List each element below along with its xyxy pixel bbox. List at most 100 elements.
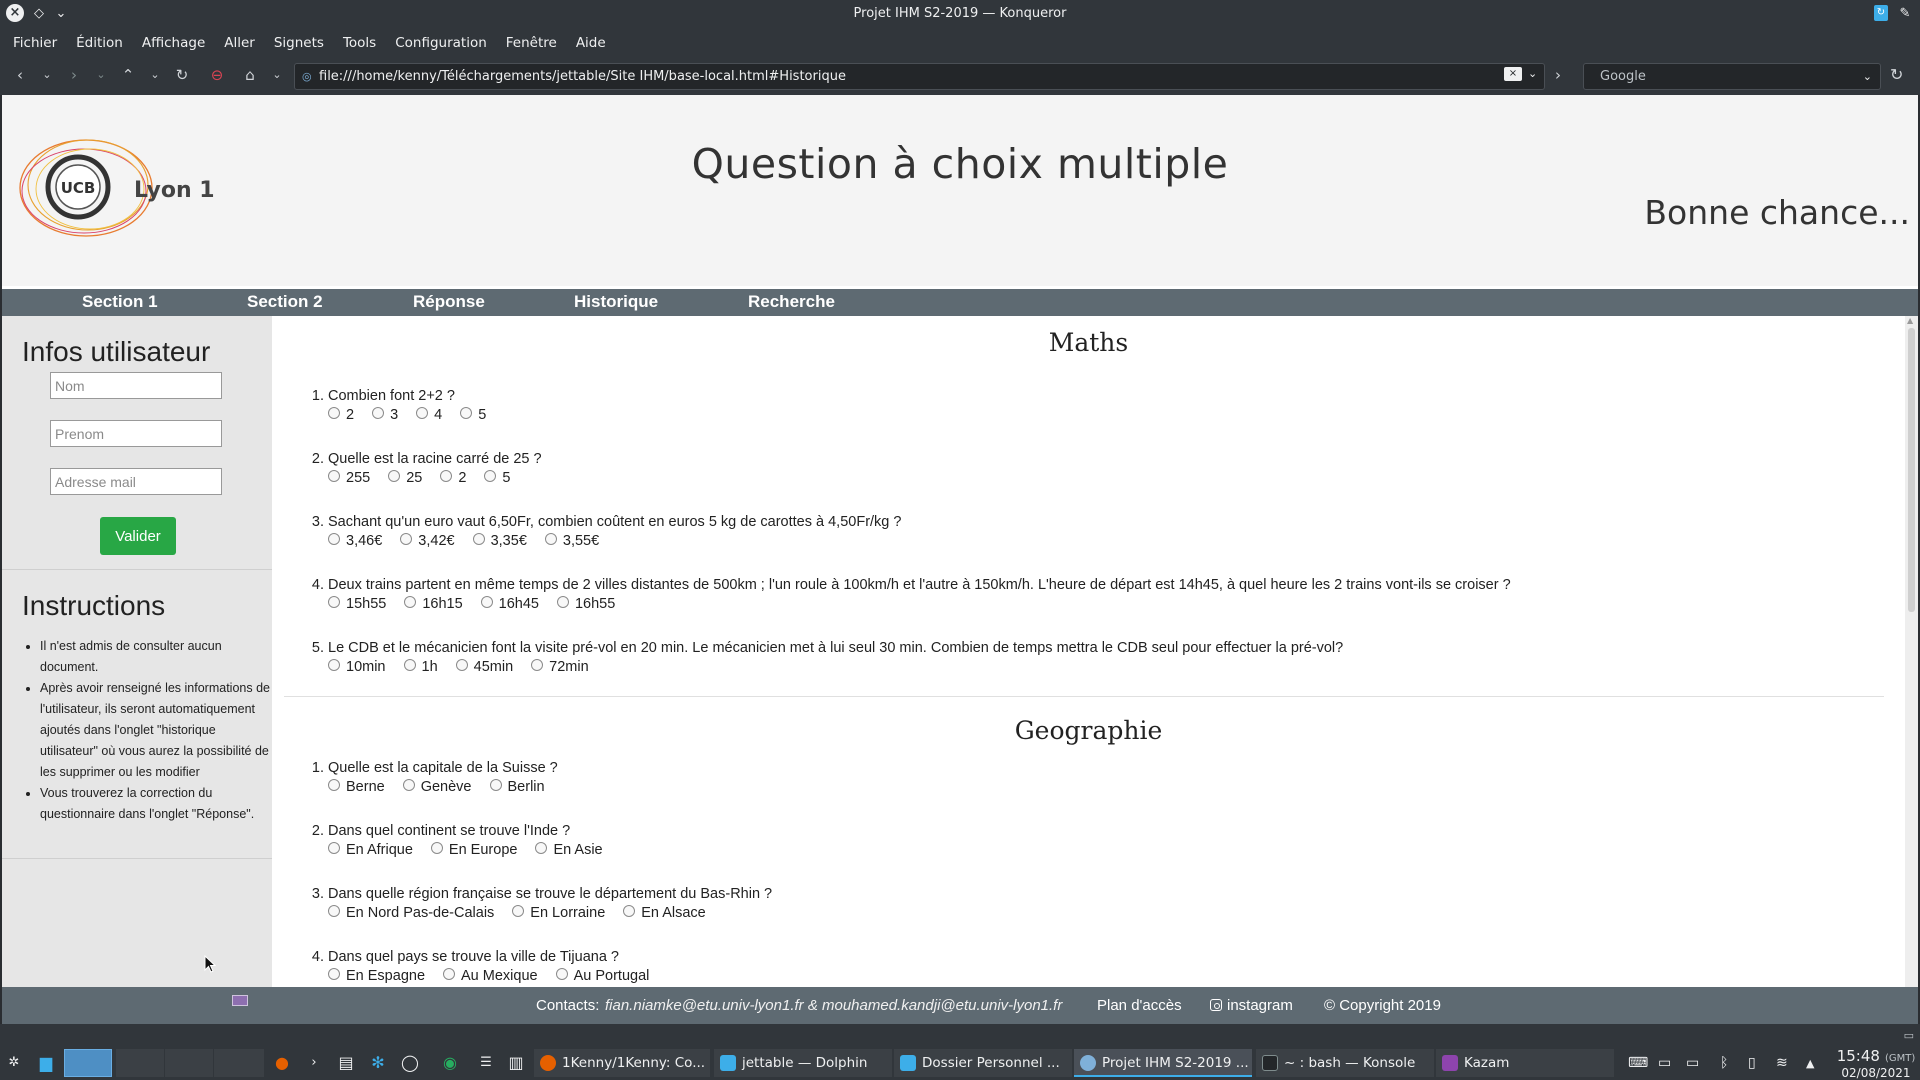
answer-option[interactable]: Genève <box>402 779 472 795</box>
answer-option[interactable]: 16h15 <box>404 596 463 612</box>
file-manager-icon[interactable]: ▆ <box>36 1053 56 1073</box>
answer-option[interactable]: En Afrique <box>328 842 413 858</box>
usb-device-icon[interactable]: ▯ <box>1748 1055 1756 1071</box>
text-editor-icon[interactable]: ▤ <box>336 1053 356 1073</box>
archive-icon[interactable]: ▥ <box>506 1053 526 1073</box>
status-ring-icon[interactable]: ◉ <box>440 1053 460 1073</box>
url-input[interactable]: ◎ file:///home/kenny/Téléchargements/jet… <box>294 63 1545 90</box>
prenom-input[interactable] <box>50 420 222 447</box>
menu-affichage[interactable]: Affichage <box>142 35 205 51</box>
answer-option[interactable]: 3,46€ <box>328 533 382 549</box>
answer-option[interactable]: 2 <box>328 407 354 423</box>
radio-button[interactable] <box>328 470 340 482</box>
nav-recherche[interactable]: Recherche <box>748 292 835 312</box>
menu-tools[interactable]: Tools <box>343 35 376 51</box>
scrollbar-thumb[interactable] <box>1908 328 1915 612</box>
radio-button[interactable] <box>544 533 557 545</box>
nav-section-2[interactable]: Section 2 <box>247 292 323 312</box>
up-chevron-icon[interactable]: ⌄ <box>146 68 164 81</box>
task-dolphin[interactable]: jettable — Dolphin <box>714 1049 892 1077</box>
radio-button[interactable] <box>328 968 340 980</box>
home-chevron-icon[interactable]: ⌄ <box>268 68 286 81</box>
answer-option[interactable]: En Europe <box>430 842 517 858</box>
answer-option[interactable]: 72min <box>531 659 589 675</box>
answer-option[interactable]: 16h55 <box>556 596 615 612</box>
answer-option[interactable]: 25 <box>388 470 422 486</box>
radio-button[interactable] <box>328 596 340 608</box>
desktop-pager-4[interactable] <box>214 1049 264 1077</box>
menu-fichier[interactable]: Fichier <box>13 35 57 51</box>
nav-reponse[interactable]: Réponse <box>413 292 485 312</box>
radio-button[interactable] <box>388 470 401 482</box>
system-monitor-icon[interactable]: ☰ <box>476 1053 496 1073</box>
radio-button[interactable] <box>402 779 415 791</box>
answer-option[interactable]: 3 <box>372 407 398 423</box>
answer-option[interactable]: Au Portugal <box>555 968 649 984</box>
radio-button[interactable] <box>512 905 525 917</box>
clipboard-icon[interactable]: ▭ <box>1658 1055 1671 1071</box>
back-icon[interactable]: ‹ <box>11 66 29 84</box>
radio-button[interactable] <box>328 842 340 854</box>
nav-historique[interactable]: Historique <box>574 292 658 312</box>
scroll-up-icon[interactable]: ▲ <box>1907 316 1913 325</box>
url-history-chevron-icon[interactable]: ⌄ <box>1528 67 1537 80</box>
nom-input[interactable] <box>50 372 222 399</box>
bluetooth-icon[interactable]: ᛒ <box>1720 1055 1728 1071</box>
answer-option[interactable]: 255 <box>328 470 370 486</box>
battery-icon[interactable]: ▭ <box>1686 1055 1699 1071</box>
instagram-link[interactable]: instagram <box>1210 997 1293 1014</box>
answer-option[interactable]: En Asie <box>535 842 603 858</box>
clear-url-icon[interactable]: × <box>1504 67 1522 81</box>
forward-history-chevron-icon[interactable]: ⌄ <box>92 68 110 81</box>
menu-aller[interactable]: Aller <box>224 35 255 51</box>
search-engine-chevron-icon[interactable]: ⌄ <box>1863 64 1872 89</box>
task-konqueror[interactable]: Projet IHM S2-2019 ... <box>1074 1049 1252 1077</box>
answer-option[interactable]: 10min <box>328 659 386 675</box>
wifi-icon[interactable]: ≋ <box>1776 1055 1788 1071</box>
menu-configuration[interactable]: Configuration <box>395 35 487 51</box>
radio-button[interactable] <box>328 407 340 419</box>
radio-button[interactable] <box>416 407 429 419</box>
menu-fenetre[interactable]: Fenêtre <box>506 35 557 51</box>
page-scrollbar[interactable]: ▲ <box>1905 316 1918 987</box>
answer-option[interactable]: 15h55 <box>328 596 386 612</box>
radio-button[interactable] <box>328 905 340 917</box>
home-icon[interactable]: ⌂ <box>241 66 259 84</box>
radio-button[interactable] <box>455 659 468 671</box>
radio-button[interactable] <box>328 659 340 671</box>
radio-button[interactable] <box>460 407 473 419</box>
answer-option[interactable]: 1h <box>403 659 438 675</box>
answer-option[interactable]: 3,55€ <box>544 533 599 549</box>
terminal-icon[interactable]: › <box>304 1053 324 1073</box>
radio-button[interactable] <box>535 842 548 854</box>
radio-button[interactable] <box>484 470 497 482</box>
answer-option[interactable]: 3,35€ <box>472 533 527 549</box>
firefox-icon[interactable]: ● <box>272 1053 292 1073</box>
reload-icon[interactable]: ↻ <box>173 66 191 84</box>
answer-option[interactable]: En Alsace <box>623 905 706 921</box>
answer-option[interactable]: 45min <box>455 659 513 675</box>
pin-icon[interactable]: ✎ <box>1898 6 1912 21</box>
answer-option[interactable]: 5 <box>460 407 486 423</box>
stop-icon[interactable]: ⊖ <box>208 66 226 84</box>
clock[interactable]: 15:48 (GMT) 02/08/2021 <box>1832 1048 1920 1080</box>
nav-section-1[interactable]: Section 1 <box>82 292 158 312</box>
answer-option[interactable]: Berlin <box>489 779 545 795</box>
task-firefox[interactable]: 1Kenny/1Kenny: Co... <box>534 1049 710 1077</box>
discover-icon[interactable]: ✻ <box>368 1053 388 1073</box>
radio-button[interactable] <box>403 659 416 671</box>
answer-option[interactable]: 3,42€ <box>400 533 455 549</box>
keyboard-icon[interactable]: ⌨ <box>1628 1055 1648 1071</box>
menu-signets[interactable]: Signets <box>274 35 324 51</box>
up-icon[interactable]: ⌃ <box>119 66 137 84</box>
task-dossier-personnel[interactable]: Dossier Personnel ... <box>894 1049 1072 1077</box>
radio-button[interactable] <box>404 596 417 608</box>
valider-button[interactable]: Valider <box>100 517 176 555</box>
radio-button[interactable] <box>531 659 544 671</box>
radio-button[interactable] <box>556 596 569 608</box>
go-icon[interactable]: › <box>1555 66 1561 84</box>
desktop-pager-3[interactable] <box>165 1049 213 1077</box>
menu-aide[interactable]: Aide <box>576 35 606 51</box>
desktop-pager-2[interactable] <box>116 1049 164 1077</box>
answer-option[interactable]: En Lorraine <box>512 905 605 921</box>
